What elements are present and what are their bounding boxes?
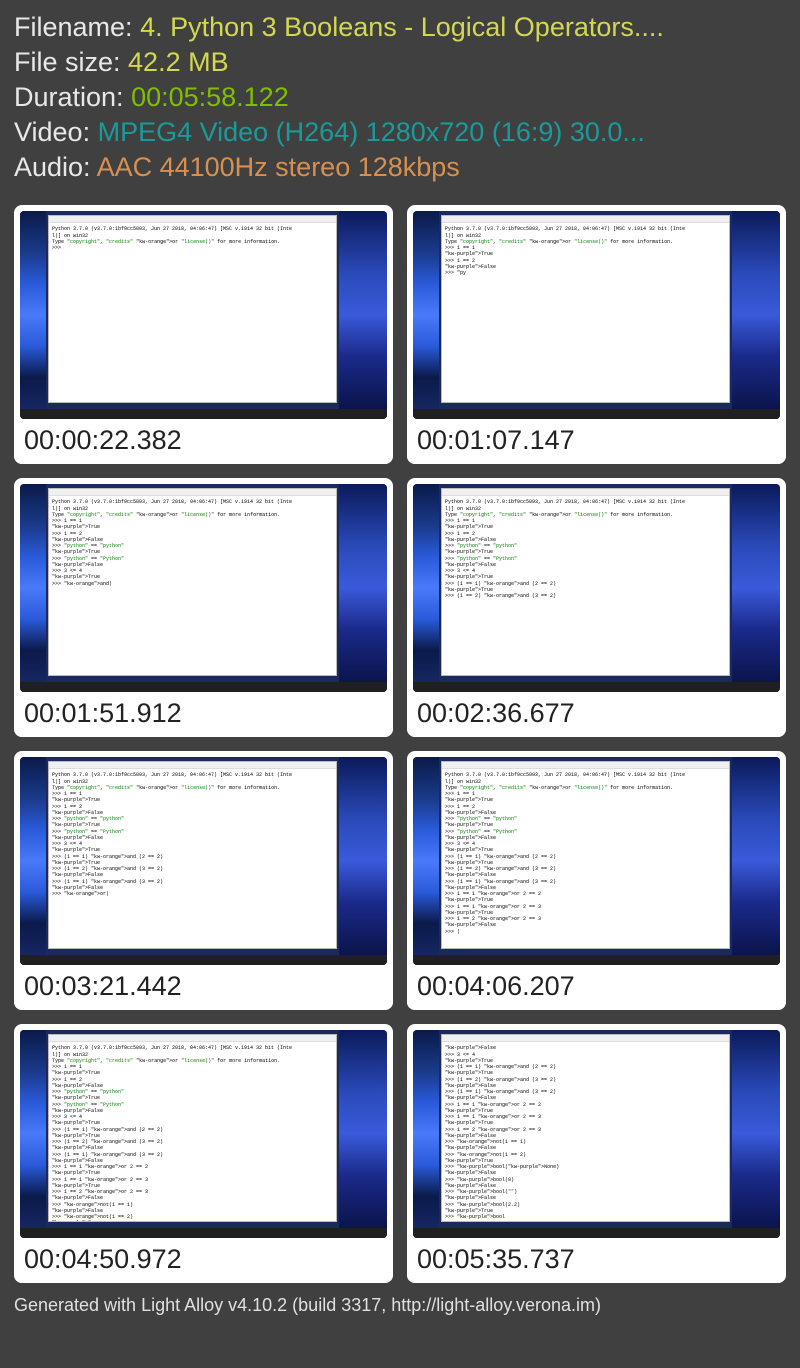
python-shell-window: Python 3.7.0 (v3.7.0:1bf9cc5093, Jun 27 …: [441, 761, 730, 949]
thumbnail-image: Python 3.7.0 (v3.7.0:1bf9cc5093, Jun 27 …: [20, 484, 387, 692]
windows-taskbar: [413, 409, 780, 419]
windows-taskbar: [20, 1228, 387, 1238]
metadata-block: Filename: 4. Python 3 Booleans - Logical…: [0, 0, 800, 191]
windows-taskbar: [413, 955, 780, 965]
python-shell-window: Python 3.7.0 (v3.7.0:1bf9cc5093, Jun 27 …: [48, 761, 337, 949]
thumbnail-image: "kw-purple">False >>> 3 <= 4 "kw-purple"…: [413, 1030, 780, 1238]
filesize-row: File size: 42.2 MB: [14, 45, 786, 80]
audio-value: AAC 44100Hz stereo 128kbps: [97, 152, 460, 182]
windows-taskbar: [413, 682, 780, 692]
thumbnail-timestamp: 00:04:50.972: [14, 1238, 393, 1283]
python-shell-window: Python 3.7.0 (v3.7.0:1bf9cc5093, Jun 27 …: [48, 1034, 337, 1222]
thumbnail-timestamp: 00:02:36.677: [407, 692, 786, 737]
duration-row: Duration: 00:05:58.122: [14, 80, 786, 115]
video-label: Video:: [14, 117, 98, 147]
filename-value: 4. Python 3 Booleans - Logical Operators…: [140, 12, 664, 42]
thumbnail-timestamp: 00:00:22.382: [14, 419, 393, 464]
thumbnail-image: Python 3.7.0 (v3.7.0:1bf9cc5093, Jun 27 …: [20, 757, 387, 965]
thumbnail-card[interactable]: "kw-purple">False >>> 3 <= 4 "kw-purple"…: [407, 1024, 786, 1283]
thumbnail-timestamp: 00:03:21.442: [14, 965, 393, 1010]
python-shell-window: Python 3.7.0 (v3.7.0:1bf9cc5093, Jun 27 …: [441, 488, 730, 676]
thumbnail-image: Python 3.7.0 (v3.7.0:1bf9cc5093, Jun 27 …: [20, 211, 387, 419]
audio-label: Audio:: [14, 152, 97, 182]
video-row: Video: MPEG4 Video (H264) 1280x720 (16:9…: [14, 115, 786, 150]
windows-taskbar: [413, 1228, 780, 1238]
thumbnail-image: Python 3.7.0 (v3.7.0:1bf9cc5093, Jun 27 …: [413, 484, 780, 692]
thumbnail-card[interactable]: Python 3.7.0 (v3.7.0:1bf9cc5093, Jun 27 …: [407, 478, 786, 737]
python-shell-window: Python 3.7.0 (v3.7.0:1bf9cc5093, Jun 27 …: [48, 488, 337, 676]
thumbnail-image: Python 3.7.0 (v3.7.0:1bf9cc5093, Jun 27 …: [20, 1030, 387, 1238]
footer-text: Generated with Light Alloy v4.10.2 (buil…: [0, 1289, 800, 1322]
thumbnail-card[interactable]: Python 3.7.0 (v3.7.0:1bf9cc5093, Jun 27 …: [14, 205, 393, 464]
thumbnail-card[interactable]: Python 3.7.0 (v3.7.0:1bf9cc5093, Jun 27 …: [14, 478, 393, 737]
thumbnail-timestamp: 00:04:06.207: [407, 965, 786, 1010]
filename-label: Filename:: [14, 12, 140, 42]
filesize-label: File size:: [14, 47, 128, 77]
thumbnail-card[interactable]: Python 3.7.0 (v3.7.0:1bf9cc5093, Jun 27 …: [14, 1024, 393, 1283]
filesize-value: 42.2 MB: [128, 47, 229, 77]
python-shell-window: Python 3.7.0 (v3.7.0:1bf9cc5093, Jun 27 …: [441, 215, 730, 403]
filename-row: Filename: 4. Python 3 Booleans - Logical…: [14, 10, 786, 45]
windows-taskbar: [20, 682, 387, 692]
windows-taskbar: [20, 955, 387, 965]
thumbnail-card[interactable]: Python 3.7.0 (v3.7.0:1bf9cc5093, Jun 27 …: [407, 205, 786, 464]
video-value: MPEG4 Video (H264) 1280x720 (16:9) 30.0.…: [98, 117, 645, 147]
thumbnail-timestamp: 00:01:07.147: [407, 419, 786, 464]
thumbnail-image: Python 3.7.0 (v3.7.0:1bf9cc5093, Jun 27 …: [413, 757, 780, 965]
python-shell-window: Python 3.7.0 (v3.7.0:1bf9cc5093, Jun 27 …: [48, 215, 337, 403]
python-shell-window: "kw-purple">False >>> 3 <= 4 "kw-purple"…: [441, 1034, 730, 1222]
duration-label: Duration:: [14, 82, 131, 112]
duration-value: 00:05:58.122: [131, 82, 289, 112]
audio-row: Audio: AAC 44100Hz stereo 128kbps: [14, 150, 786, 185]
thumbnail-card[interactable]: Python 3.7.0 (v3.7.0:1bf9cc5093, Jun 27 …: [407, 751, 786, 1010]
thumbnail-grid: Python 3.7.0 (v3.7.0:1bf9cc5093, Jun 27 …: [0, 191, 800, 1289]
thumbnail-image: Python 3.7.0 (v3.7.0:1bf9cc5093, Jun 27 …: [413, 211, 780, 419]
thumbnail-timestamp: 00:05:35.737: [407, 1238, 786, 1283]
windows-taskbar: [20, 409, 387, 419]
thumbnail-timestamp: 00:01:51.912: [14, 692, 393, 737]
thumbnail-card[interactable]: Python 3.7.0 (v3.7.0:1bf9cc5093, Jun 27 …: [14, 751, 393, 1010]
